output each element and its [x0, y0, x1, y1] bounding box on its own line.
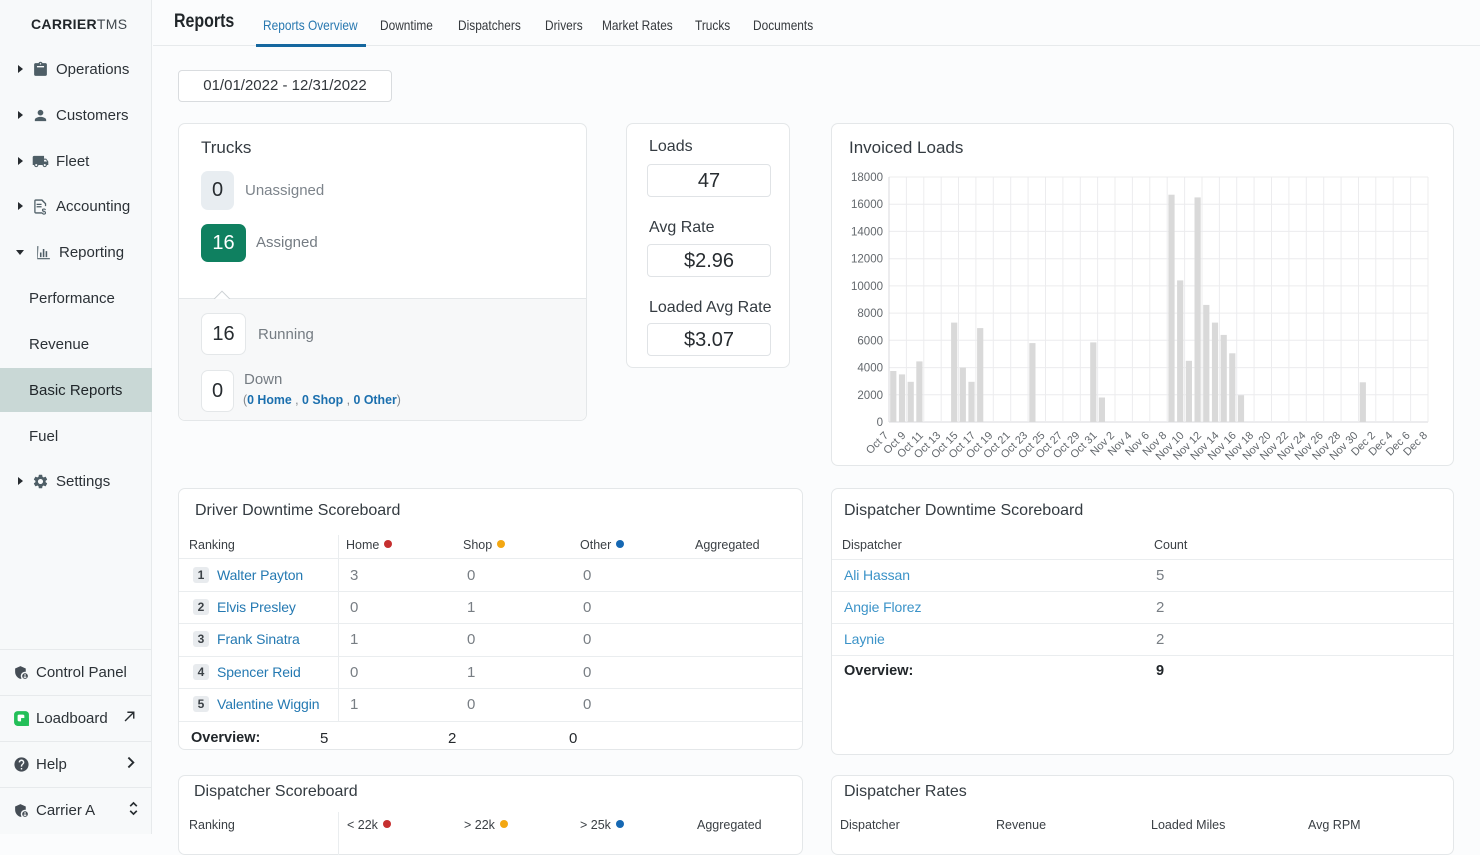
- svg-text:8000: 8000: [857, 308, 883, 320]
- svg-text:18000: 18000: [851, 172, 883, 184]
- svg-text:12000: 12000: [851, 254, 883, 266]
- svg-text:0: 0: [877, 417, 883, 429]
- svg-text:14000: 14000: [851, 226, 883, 238]
- svg-text:2000: 2000: [857, 390, 883, 402]
- svg-text:10000: 10000: [851, 281, 883, 293]
- svg-text:4000: 4000: [857, 363, 883, 375]
- svg-text:16000: 16000: [851, 199, 883, 211]
- svg-text:6000: 6000: [857, 335, 883, 347]
- svg-text:$: $: [42, 207, 47, 215]
